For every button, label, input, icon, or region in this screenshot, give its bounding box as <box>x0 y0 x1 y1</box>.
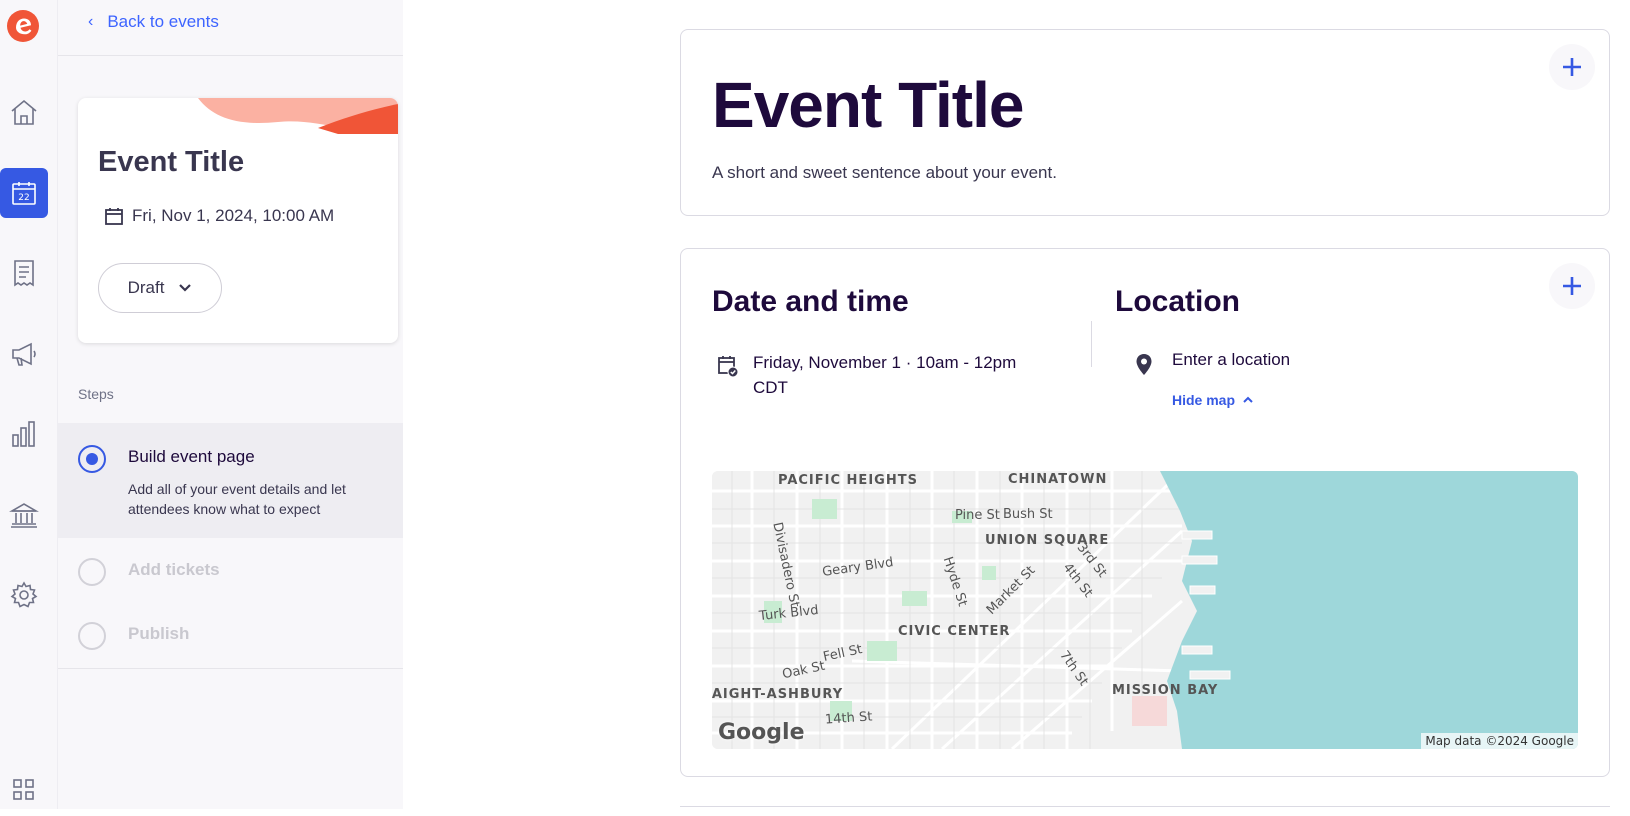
map-label: MISSION BAY <box>1112 683 1219 698</box>
step-publish[interactable]: Publish <box>58 622 403 652</box>
card-event-date: Fri, Nov 1, 2024, 10:00 AM <box>104 206 334 226</box>
chevron-left-icon: ‹ <box>88 13 94 30</box>
card-decoration <box>198 98 398 134</box>
location-heading: Location <box>1115 285 1240 318</box>
map-label: CIVIC CENTER <box>898 624 1011 639</box>
calendar-small-icon <box>105 208 123 225</box>
finance-icon[interactable] <box>0 490 48 540</box>
date-time-value: Friday, November 1 · 10am - 12pm CDT <box>753 353 1017 397</box>
eventbrite-logo-icon[interactable] <box>7 10 39 42</box>
location-pin-icon <box>1136 354 1152 375</box>
event-title-section[interactable]: Event Title A short and sweet sentence a… <box>680 29 1610 216</box>
apps-grid-icon[interactable] <box>0 765 48 815</box>
map-label: CHINATOWN <box>1008 472 1108 487</box>
step-radio <box>78 558 106 586</box>
divider <box>58 55 403 56</box>
sidebar-panel: ‹ Back to events Event Title Fri, Nov 1,… <box>58 0 403 809</box>
home-icon[interactable] <box>0 87 48 137</box>
marketing-icon[interactable] <box>0 329 48 379</box>
date-time-heading: Date and time <box>712 285 909 318</box>
steps-heading: Steps <box>78 386 114 402</box>
add-section-button[interactable] <box>1549 44 1595 90</box>
icon-rail: 22 <box>0 0 58 809</box>
status-label: Draft <box>127 278 165 297</box>
event-summary: A short and sweet sentence about your ev… <box>712 163 1057 182</box>
event-card: Event Title Fri, Nov 1, 2024, 10:00 AM D… <box>78 98 398 343</box>
map-label: Pine St <box>955 508 1000 523</box>
orders-icon[interactable] <box>0 248 48 298</box>
chevron-up-icon <box>1243 396 1253 403</box>
step-radio-active <box>78 445 106 473</box>
step-label: Build event page <box>128 447 255 466</box>
map-tiles <box>712 471 1578 749</box>
step-label: Add tickets <box>128 560 220 579</box>
calendar-icon[interactable]: 22 <box>0 168 48 218</box>
step-description: Add all of your event details and let at… <box>128 481 346 517</box>
plus-icon <box>1563 58 1581 76</box>
plus-icon <box>1563 277 1581 295</box>
hide-map-toggle[interactable]: Hide map <box>1172 392 1253 408</box>
add-section-button[interactable] <box>1549 263 1595 309</box>
reports-icon[interactable] <box>0 409 48 459</box>
step-radio <box>78 622 106 650</box>
chevron-down-icon <box>179 284 192 292</box>
step-label: Publish <box>128 624 190 643</box>
step-build-event-page[interactable]: Build event page Add all of your event d… <box>58 423 403 538</box>
back-to-events-label: Back to events <box>107 12 219 31</box>
settings-icon[interactable] <box>0 570 48 620</box>
hide-map-label: Hide map <box>1172 392 1236 408</box>
map-label: PACIFIC HEIGHTS <box>778 473 918 488</box>
divider <box>58 668 403 669</box>
map-label: IAIGHT-ASHBURY <box>712 687 844 702</box>
back-to-events-link[interactable]: ‹ Back to events <box>88 12 219 32</box>
location-map[interactable]: PACIFIC HEIGHTS CHINATOWN Pine St Bush S… <box>712 471 1578 749</box>
date-location-section[interactable]: Date and time Friday, November 1 · 10am … <box>680 248 1610 777</box>
location-input[interactable]: Enter a location <box>1172 350 1290 370</box>
map-label: UNION SQUARE <box>985 533 1110 548</box>
event-title: Event Title <box>712 69 1024 141</box>
divider <box>1091 321 1092 367</box>
step-add-tickets[interactable]: Add tickets <box>58 558 403 588</box>
card-date-text: Fri, Nov 1, 2024, 10:00 AM <box>132 206 335 225</box>
google-logo: Google <box>718 720 805 745</box>
calendar-check-icon <box>718 356 739 378</box>
next-section-edge <box>680 806 1610 816</box>
status-dropdown[interactable]: Draft <box>98 263 222 313</box>
card-event-title: Event Title <box>98 146 245 178</box>
calendar-day-text: 22 <box>18 193 29 203</box>
map-attribution[interactable]: Map data ©2024 Google <box>1421 733 1578 749</box>
map-label: Bush St <box>1003 507 1053 522</box>
